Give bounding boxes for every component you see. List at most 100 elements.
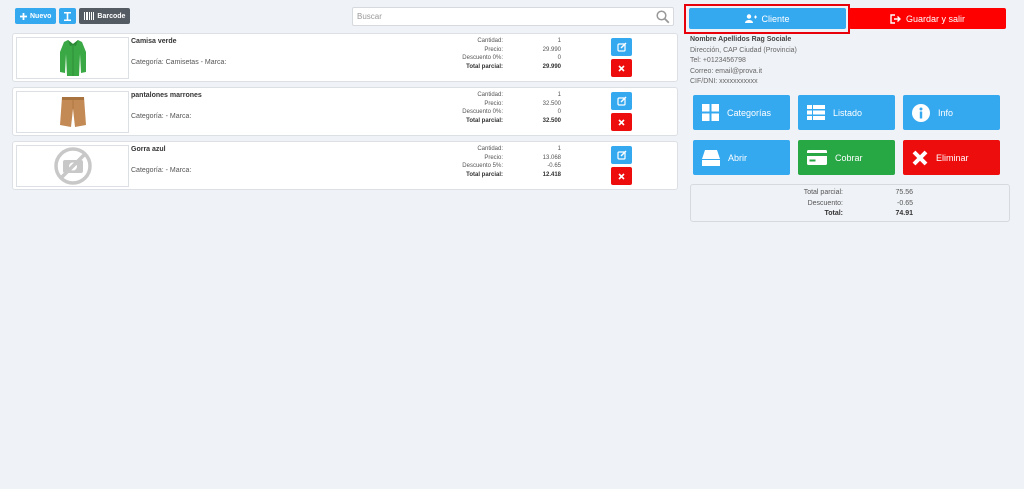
price-value: 13.068 xyxy=(542,154,561,161)
cart-item: Gorra azul Categoría: - Marca: Cantidad:… xyxy=(12,141,678,190)
categories-label: Categorías xyxy=(727,107,772,118)
credit-card-icon xyxy=(807,150,827,165)
drawer-icon xyxy=(702,149,720,166)
info-label: Info xyxy=(938,107,954,118)
totals-total-value: 74.91 xyxy=(895,210,913,217)
green-shirt-icon xyxy=(59,40,86,76)
action-grid: Categorías Listado Info Abrir Cobrar Eli… xyxy=(693,95,1001,175)
price-value: 29.990 xyxy=(542,46,561,53)
list-button[interactable]: Listado xyxy=(798,95,895,130)
close-icon xyxy=(912,150,928,165)
qty-label: Cantidad: xyxy=(477,92,503,98)
subtotal-value: 32.500 xyxy=(542,117,561,124)
qty-label: Cantidad: xyxy=(477,146,503,152)
customer-vat: CIF/DNI: xxxxxxxxxxx xyxy=(690,78,758,85)
edit-icon xyxy=(616,96,626,106)
subtotal-value: 12.418 xyxy=(542,171,561,178)
totals-discount-value: -0.65 xyxy=(897,199,913,207)
item-details: Cantidad: 1 Precio: 32.500 Descuento 0%: 0 … xyxy=(393,91,573,125)
qty-value: 1 xyxy=(557,92,561,98)
totals-subtotal-label: Total parcial: xyxy=(803,189,843,196)
product-image xyxy=(16,37,129,79)
totals-box: Total parcial: 75.56 Descuento: -0.65 Tota… xyxy=(690,184,1010,222)
price-label: Precio: xyxy=(484,100,503,107)
list-icon xyxy=(807,105,825,120)
totals-total-label: Total: xyxy=(824,210,843,217)
discount-value: 0 xyxy=(557,55,561,61)
cart-items: Camisa verde Categoría: Camisetas - Marc… xyxy=(12,33,678,195)
close-icon xyxy=(618,118,625,126)
customer-address: Dirección, CAP Ciudad (Provincia) xyxy=(690,46,797,54)
sign-out-icon xyxy=(890,13,901,24)
info-button[interactable]: Info xyxy=(903,95,1000,130)
subtotal-label: Total parcial: xyxy=(466,117,503,124)
product-category: Categoría: Camisetas - Marca: xyxy=(131,59,227,66)
subtotal-label: Total parcial: xyxy=(466,171,503,178)
edit-item-button[interactable] xyxy=(611,146,632,164)
discount-value: 0 xyxy=(557,109,561,115)
product-image xyxy=(16,91,129,133)
item-details: Cantidad: 1 Precio: 29.990 Descuento 0%: 0 … xyxy=(393,37,573,71)
qty-label: Cantidad: xyxy=(477,38,503,44)
subtotal-value: 29.990 xyxy=(542,63,561,70)
price-label: Precio: xyxy=(484,154,503,161)
subtotal-label: Total parcial: xyxy=(466,63,503,70)
info-icon xyxy=(912,103,930,122)
qty-value: 1 xyxy=(557,38,561,44)
delete-label: Eliminar xyxy=(936,152,969,163)
customer-email: Correo: email@prova.it xyxy=(690,67,763,75)
barcode-button[interactable]: Barcode xyxy=(79,8,131,24)
delete-item-button[interactable] xyxy=(611,59,632,77)
product-category: Categoría: - Marca: xyxy=(131,113,192,120)
product-name: Gorra azul xyxy=(131,146,166,153)
charge-button[interactable]: Cobrar xyxy=(798,140,895,175)
cart-item: pantalones marrones Categoría: - Marca: … xyxy=(12,87,678,136)
totals-discount-label: Descuento: xyxy=(807,199,843,207)
price-label: Precio: xyxy=(484,46,503,53)
close-icon xyxy=(618,172,625,180)
discount-label: Descuento 5%: xyxy=(462,163,503,169)
price-value: 32.500 xyxy=(542,100,561,107)
delete-item-button[interactable] xyxy=(611,113,632,131)
save-and-exit-label: Guardar y salir xyxy=(905,13,966,24)
product-category: Categoría: - Marca: xyxy=(131,167,192,174)
brown-shorts-icon xyxy=(59,97,86,127)
edit-item-button[interactable] xyxy=(611,92,632,110)
edit-icon xyxy=(616,150,626,160)
customer-name: Nombre Apellidos Rag Sociale xyxy=(690,36,792,43)
save-and-exit-button[interactable]: Guardar y salir xyxy=(849,8,1006,29)
item-details: Cantidad: 1 Precio: 13.068 Descuento 5%: -0… xyxy=(393,145,573,179)
open-label: Abrir xyxy=(728,152,748,163)
close-icon xyxy=(618,64,625,72)
charge-label: Cobrar xyxy=(835,152,863,163)
new-button[interactable]: Nuevo xyxy=(15,8,57,24)
open-button[interactable]: Abrir xyxy=(693,140,790,175)
highlight-box xyxy=(684,4,850,34)
product-image xyxy=(16,145,129,187)
barcode-icon xyxy=(84,12,95,20)
cart-item: Camisa verde Categoría: Camisetas - Marc… xyxy=(12,33,678,82)
no-image-icon xyxy=(53,147,92,185)
totals-subtotal-value: 75.56 xyxy=(895,189,913,196)
discount-label: Descuento 0%: xyxy=(462,109,503,115)
search-placeholder: Buscar xyxy=(357,12,382,21)
edit-item-button[interactable] xyxy=(611,38,632,56)
text-cursor-button[interactable] xyxy=(59,8,77,24)
product-name: pantalones marrones xyxy=(131,92,202,99)
text-cursor-icon xyxy=(64,11,72,21)
delete-button[interactable]: Eliminar xyxy=(903,140,1000,175)
search-icon[interactable] xyxy=(653,9,673,24)
customer-info: Nombre Apellidos Rag Sociale Dirección, … xyxy=(690,35,797,88)
customer-phone: Tel: +0123456798 xyxy=(690,57,746,64)
discount-label: Descuento 0%: xyxy=(462,55,503,61)
categories-button[interactable]: Categorías xyxy=(693,95,790,130)
delete-item-button[interactable] xyxy=(611,167,632,185)
search-input[interactable]: Buscar xyxy=(352,7,674,26)
qty-value: 1 xyxy=(557,146,561,152)
discount-value: -0.65 xyxy=(547,163,561,169)
grid-icon xyxy=(702,104,719,121)
edit-icon xyxy=(616,42,626,52)
barcode-button-label: Barcode xyxy=(97,12,126,20)
plus-icon xyxy=(20,12,27,20)
toolbar: Nuevo Barcode xyxy=(15,8,131,24)
